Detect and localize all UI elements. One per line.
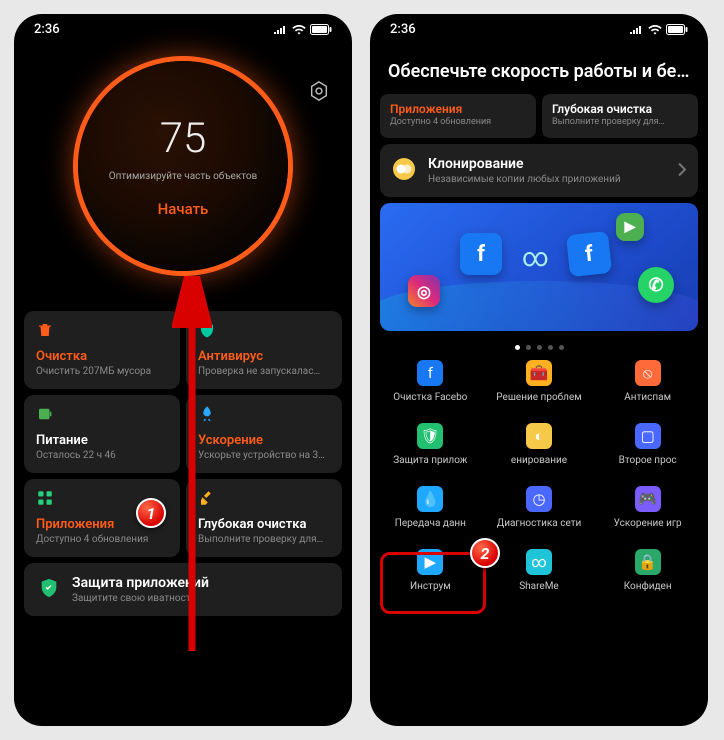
score-subtitle: Оптимизируйте часть объектов [109, 171, 258, 182]
grid-antispam[interactable]: ⦸Антиспам [593, 360, 702, 403]
card-boost[interactable]: Ускорение Ускорьте устройство на 3… [186, 395, 342, 473]
grid-tools[interactable]: ▶Инструм [376, 549, 485, 592]
status-time: 2:36 [390, 22, 416, 37]
mini-sub: Доступно 4 обновления [390, 117, 526, 127]
card-app-protection[interactable]: Защита приложений Защитите свою иватност… [24, 563, 342, 616]
gauge-icon: ◷ [526, 486, 552, 512]
score-section: 75 Оптимизируйте часть объектов Начать [14, 61, 352, 271]
block-icon: ⦸ [635, 360, 661, 386]
mini-card-apps[interactable]: Приложения Доступно 4 обновления [380, 94, 536, 138]
grid-net-diag[interactable]: ◷Диагностика сети [485, 486, 594, 529]
score-value: 75 [160, 114, 207, 163]
score-circle[interactable]: 75 Оптимизируйте часть объектов Начать [78, 61, 288, 271]
facebook-icon: f [417, 360, 443, 386]
signal-icon [274, 25, 288, 35]
signal-icon [630, 25, 644, 35]
dot-3[interactable] [537, 345, 542, 350]
page-title: Обеспечьте скорость работы и бе… [370, 41, 708, 94]
instagram-icon: ◎ [408, 275, 440, 307]
battery-icon [666, 24, 688, 35]
promo-banner-dualapps[interactable]: f ∞ f ◎ ▶ ✆ [380, 203, 698, 331]
dot-2[interactable] [526, 345, 531, 350]
trash-icon [36, 321, 168, 343]
shield-check-icon [38, 577, 60, 603]
annotation-badge-1: 1 [136, 498, 166, 528]
toolbox-icon: 🧰 [526, 360, 552, 386]
wifi-icon [648, 25, 662, 35]
feature-cards: Очистка Очистить 207МБ мусора Антивирус … [24, 311, 342, 557]
card-sub: Очистить 207МБ мусора [36, 366, 168, 377]
optimize-button[interactable]: Начать [158, 200, 209, 218]
card-sub: Проверка не запускалас… [198, 366, 330, 377]
facebook-icon: f [566, 231, 612, 277]
dot-1[interactable] [515, 345, 520, 350]
shield-icon [198, 321, 330, 343]
grid-game-boost[interactable]: 🎮Ускорение игр [593, 486, 702, 529]
grid-troubleshoot[interactable]: 🧰Решение проблем [485, 360, 594, 403]
carousel-dots[interactable] [370, 345, 708, 350]
tools-grid: fОчистка Facebo 🧰Решение проблем ⦸Антисп… [376, 360, 702, 592]
play-icon: ▶ [616, 213, 644, 241]
whatsapp-icon: ✆ [638, 267, 674, 303]
battery-icon [310, 24, 332, 35]
grid-clone[interactable]: ◐енирование [485, 423, 594, 466]
lock-icon: 🔒 [635, 549, 661, 575]
card-clean[interactable]: Очистка Очистить 207МБ мусора [24, 311, 180, 389]
wifi-icon [292, 25, 306, 35]
card-title: Очистка [36, 349, 168, 364]
clone-sub: Независимые копии любых приложений [428, 174, 621, 185]
shield-icon: 🛡 [417, 423, 443, 449]
card-sub: Ускорьте устройство на 3… [198, 450, 330, 461]
mini-cards: Приложения Доступно 4 обновления Глубока… [380, 94, 698, 138]
broom-icon [198, 489, 330, 511]
battery-icon [36, 405, 168, 427]
grid-privacy[interactable]: 🔒Конфиден [593, 549, 702, 592]
phone-icon: ▢ [635, 423, 661, 449]
clone-title: Клонирование [428, 156, 621, 172]
status-bar: 2:36 [14, 14, 352, 41]
share-icon: ∞ [526, 549, 552, 575]
mini-card-deepclean[interactable]: Глубокая очистка Выполните проверку для… [542, 94, 698, 138]
card-title: Антивирус [198, 349, 330, 364]
drop-icon: 💧 [417, 486, 443, 512]
dot-4[interactable] [548, 345, 553, 350]
annotation-badge-2: 2 [470, 538, 500, 568]
phone-right-security-more: 2:36 Обеспечьте скорость работы и бе… Пр… [370, 14, 708, 726]
grid-data-transfer[interactable]: 💧Передача данн [376, 486, 485, 529]
status-time: 2:36 [34, 22, 60, 37]
gamepad-icon: 🎮 [635, 486, 661, 512]
facebook-icon: f [460, 233, 502, 275]
rocket-icon [198, 405, 330, 427]
phone-left-security-app: 2:36 75 Оптимизируйте часть объектов Нач… [14, 14, 352, 726]
grid-app-protect[interactable]: 🛡Защита прилож [376, 423, 485, 466]
protect-title: Защита приложений [72, 575, 209, 591]
card-clone-apps[interactable]: Клонирование Независимые копии любых при… [380, 144, 698, 197]
card-sub: Доступно 4 обновления [36, 534, 168, 545]
mini-title: Приложения [390, 102, 526, 116]
grid-second-space[interactable]: ▢Второе прос [593, 423, 702, 466]
grid-shareme[interactable]: ∞ShareMe [485, 549, 594, 592]
status-bar: 2:36 [370, 14, 708, 41]
card-sub: Осталось 22 ч 46 [36, 450, 168, 461]
clone-icon [392, 157, 416, 185]
status-icons [630, 24, 688, 35]
mini-sub: Выполните проверку для… [552, 117, 688, 127]
infinity-icon: ∞ [522, 243, 549, 273]
dot-5[interactable] [559, 345, 564, 350]
video-icon: ▶ [417, 549, 443, 575]
mini-title: Глубокая очистка [552, 102, 688, 116]
card-title: Питание [36, 433, 168, 448]
card-title: Глубокая очистка [198, 517, 330, 532]
chevron-right-icon [678, 161, 686, 180]
card-title: Ускорение [198, 433, 330, 448]
grid-facebook-clean[interactable]: fОчистка Facebo [376, 360, 485, 403]
protect-sub: Защитите свою иватность [72, 593, 209, 604]
status-icons [274, 24, 332, 35]
card-sub: Выполните проверку для… [198, 534, 330, 545]
card-deepclean[interactable]: Глубокая очистка Выполните проверку для… [186, 479, 342, 557]
card-battery[interactable]: Питание Осталось 22 ч 46 [24, 395, 180, 473]
clone-icon: ◐ [526, 423, 552, 449]
card-antivirus[interactable]: Антивирус Проверка не запускалас… [186, 311, 342, 389]
